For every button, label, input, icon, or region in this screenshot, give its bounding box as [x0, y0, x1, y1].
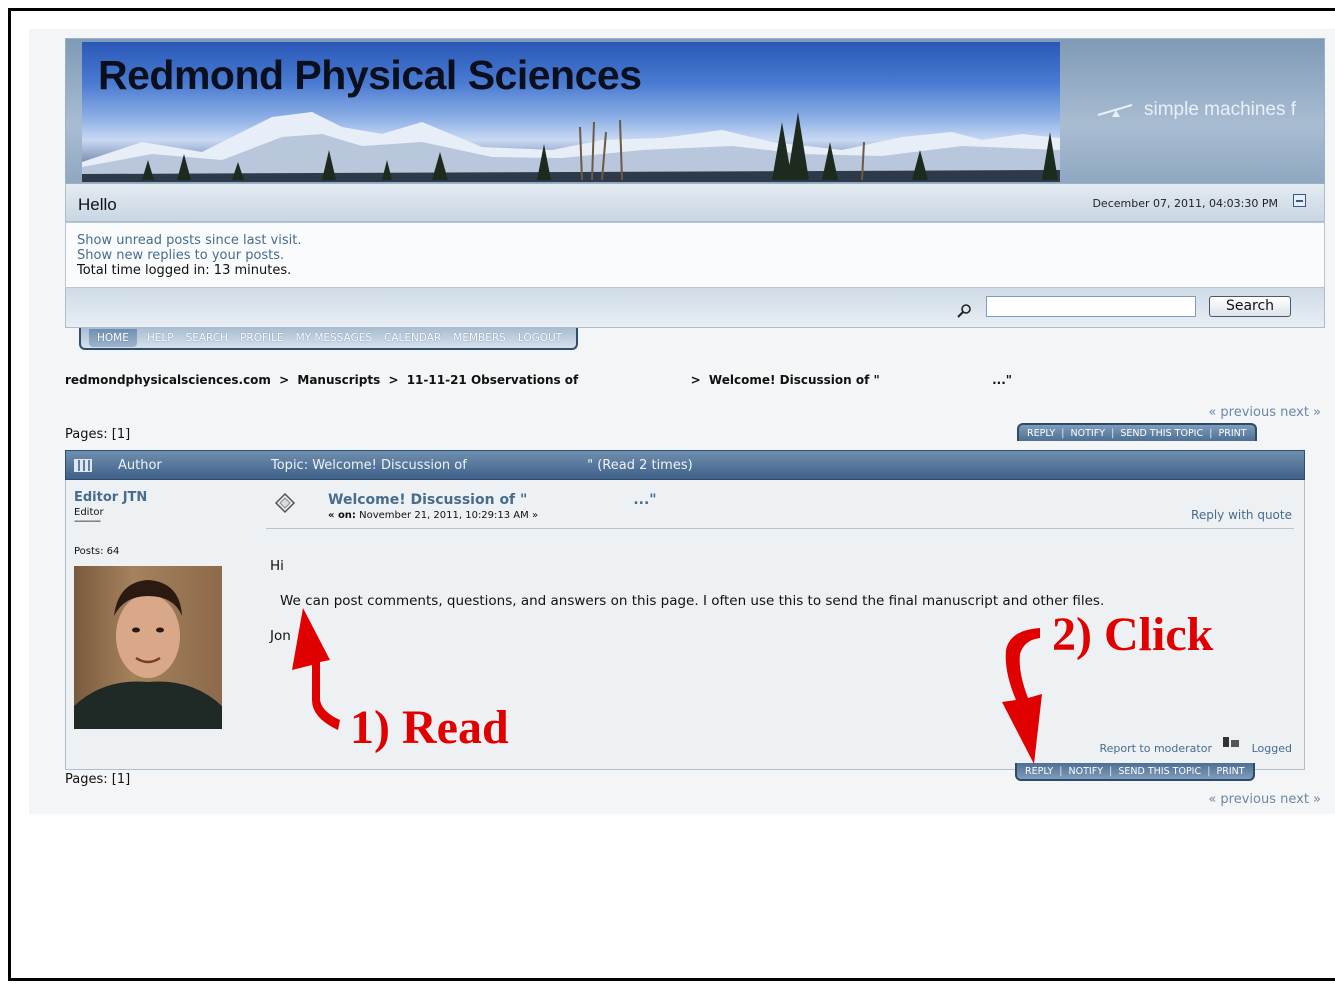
search-input[interactable] [986, 296, 1196, 317]
topic-title-prefix: Topic: Welcome! Discussion of [271, 458, 467, 473]
seesaw-icon [1096, 101, 1136, 119]
breadcrumb-site[interactable]: redmondphysicalsciences.com [65, 373, 271, 387]
topic-read-count: " (Read 2 times) [587, 458, 693, 473]
breadcrumb-sep: > [279, 373, 290, 387]
site-header: Redmond Physical Sciences simple machine… [65, 38, 1325, 184]
main-menu: HOME HELP SEARCH PROFILE MY MESSAGES CAL… [79, 328, 579, 350]
print-button-bottom[interactable]: PRINT [1216, 766, 1244, 777]
breadcrumb: redmondphysicalsciences.com > Manuscript… [65, 373, 1016, 387]
post-icon [274, 492, 296, 514]
breadcrumb-topic-group[interactable]: 11-11-21 Observations of [407, 373, 579, 387]
send-topic-button[interactable]: SEND THIS TOPIC [1120, 428, 1203, 439]
post-line-message: We can post comments, questions, and ans… [280, 593, 1105, 609]
smf-text: simple machines f [1144, 99, 1297, 120]
post-line-greeting: Hi [270, 558, 284, 574]
breadcrumb-current-suffix: ..." [992, 373, 1013, 387]
magnifier-icon [957, 304, 971, 318]
notify-button-bottom[interactable]: NOTIFY [1069, 766, 1103, 777]
header-banner: Redmond Physical Sciences [82, 42, 1060, 182]
menu-my-messages[interactable]: MY MESSAGES [290, 332, 378, 344]
post-title[interactable]: Welcome! Discussion of " ..." [328, 492, 657, 508]
topic-buttons-bottom: REPLY | NOTIFY | SEND THIS TOPIC | PRINT [1015, 763, 1255, 781]
topic-title-header: Topic: Welcome! Discussion of " (Read 2 … [271, 458, 693, 473]
menu-home[interactable]: HOME [89, 329, 137, 347]
post-date-label: « on: [328, 510, 356, 521]
greeting: Hello [78, 195, 117, 214]
user-info-panel: Show unread posts since last visit. Show… [65, 222, 1325, 288]
poster-post-count: Posts: 64 [74, 546, 120, 557]
pages-indicator: Pages: [1] [65, 427, 131, 442]
pages-indicator-bottom: Pages: [1] [65, 772, 131, 787]
breadcrumb-current[interactable]: Welcome! Discussion of " [709, 373, 880, 387]
post-title-suffix: ..." [633, 492, 657, 508]
post-body: Hi We can post comments, questions, and … [270, 558, 1270, 663]
post-date: « on: November 21, 2011, 10:29:13 AM » [328, 510, 538, 521]
logged-label: Logged [1251, 742, 1292, 755]
reply-button-bottom[interactable]: REPLY [1025, 766, 1053, 777]
topic-buttons-top: REPLY | NOTIFY | SEND THIS TOPIC | PRINT [1017, 423, 1257, 441]
post-date-value: November 21, 2011, 10:29:13 AM » [359, 510, 539, 521]
breadcrumb-board[interactable]: Manuscripts [297, 373, 380, 387]
site-title: Redmond Physical Sciences [98, 52, 642, 98]
avatar [74, 566, 222, 729]
post-divider [266, 528, 1294, 529]
reply-button[interactable]: REPLY [1027, 428, 1055, 439]
menu-members[interactable]: MEMBERS [447, 332, 512, 344]
post-container: Editor JTN Editor ---------- Posts: 64 W… [65, 480, 1305, 770]
post-title-prefix: Welcome! Discussion of " [328, 492, 528, 508]
search-button[interactable]: Search [1209, 296, 1291, 317]
print-button[interactable]: PRINT [1218, 428, 1246, 439]
collapse-icon[interactable] [1293, 194, 1306, 207]
hello-bar: Hello December 07, 2011, 04:03:30 PM [65, 184, 1325, 222]
prev-next-links-bottom[interactable]: « previous next » [1208, 792, 1321, 807]
new-replies-link[interactable]: Show new replies to your posts. [77, 248, 1313, 263]
breadcrumb-sep: > [388, 373, 399, 387]
send-topic-button-bottom[interactable]: SEND THIS TOPIC [1118, 766, 1201, 777]
reply-with-quote-link[interactable]: Reply with quote [1191, 508, 1292, 522]
menu-profile[interactable]: PROFILE [234, 332, 290, 344]
topic-table-icon [74, 459, 92, 472]
unread-posts-link[interactable]: Show unread posts since last visit. [77, 233, 1313, 248]
menu-help[interactable]: HELP [141, 332, 180, 344]
breadcrumb-sep: > [690, 373, 701, 387]
search-bar: Search [65, 288, 1325, 328]
author-column-label: Author [118, 458, 162, 473]
time-logged-text: Total time logged in: 13 minutes. [77, 263, 292, 278]
current-datetime: December 07, 2011, 04:03:30 PM [1092, 197, 1278, 210]
menu-calendar[interactable]: CALENDAR [378, 332, 447, 344]
menu-search[interactable]: SEARCH [180, 332, 234, 344]
smf-logo[interactable]: simple machines f [1096, 99, 1296, 121]
ip-logged-icon [1223, 737, 1239, 747]
prev-next-links[interactable]: « previous next » [1208, 405, 1321, 420]
report-to-moderator-link[interactable]: Report to moderator [1099, 742, 1212, 755]
poster-separator: ---------- [74, 516, 101, 527]
topic-header: Author Topic: Welcome! Discussion of " (… [65, 450, 1305, 480]
menu-logout[interactable]: LOGOUT [512, 332, 568, 344]
post-line-signature: Jon [270, 628, 291, 644]
poster-name[interactable]: Editor JTN [74, 490, 147, 505]
notify-button[interactable]: NOTIFY [1071, 428, 1105, 439]
